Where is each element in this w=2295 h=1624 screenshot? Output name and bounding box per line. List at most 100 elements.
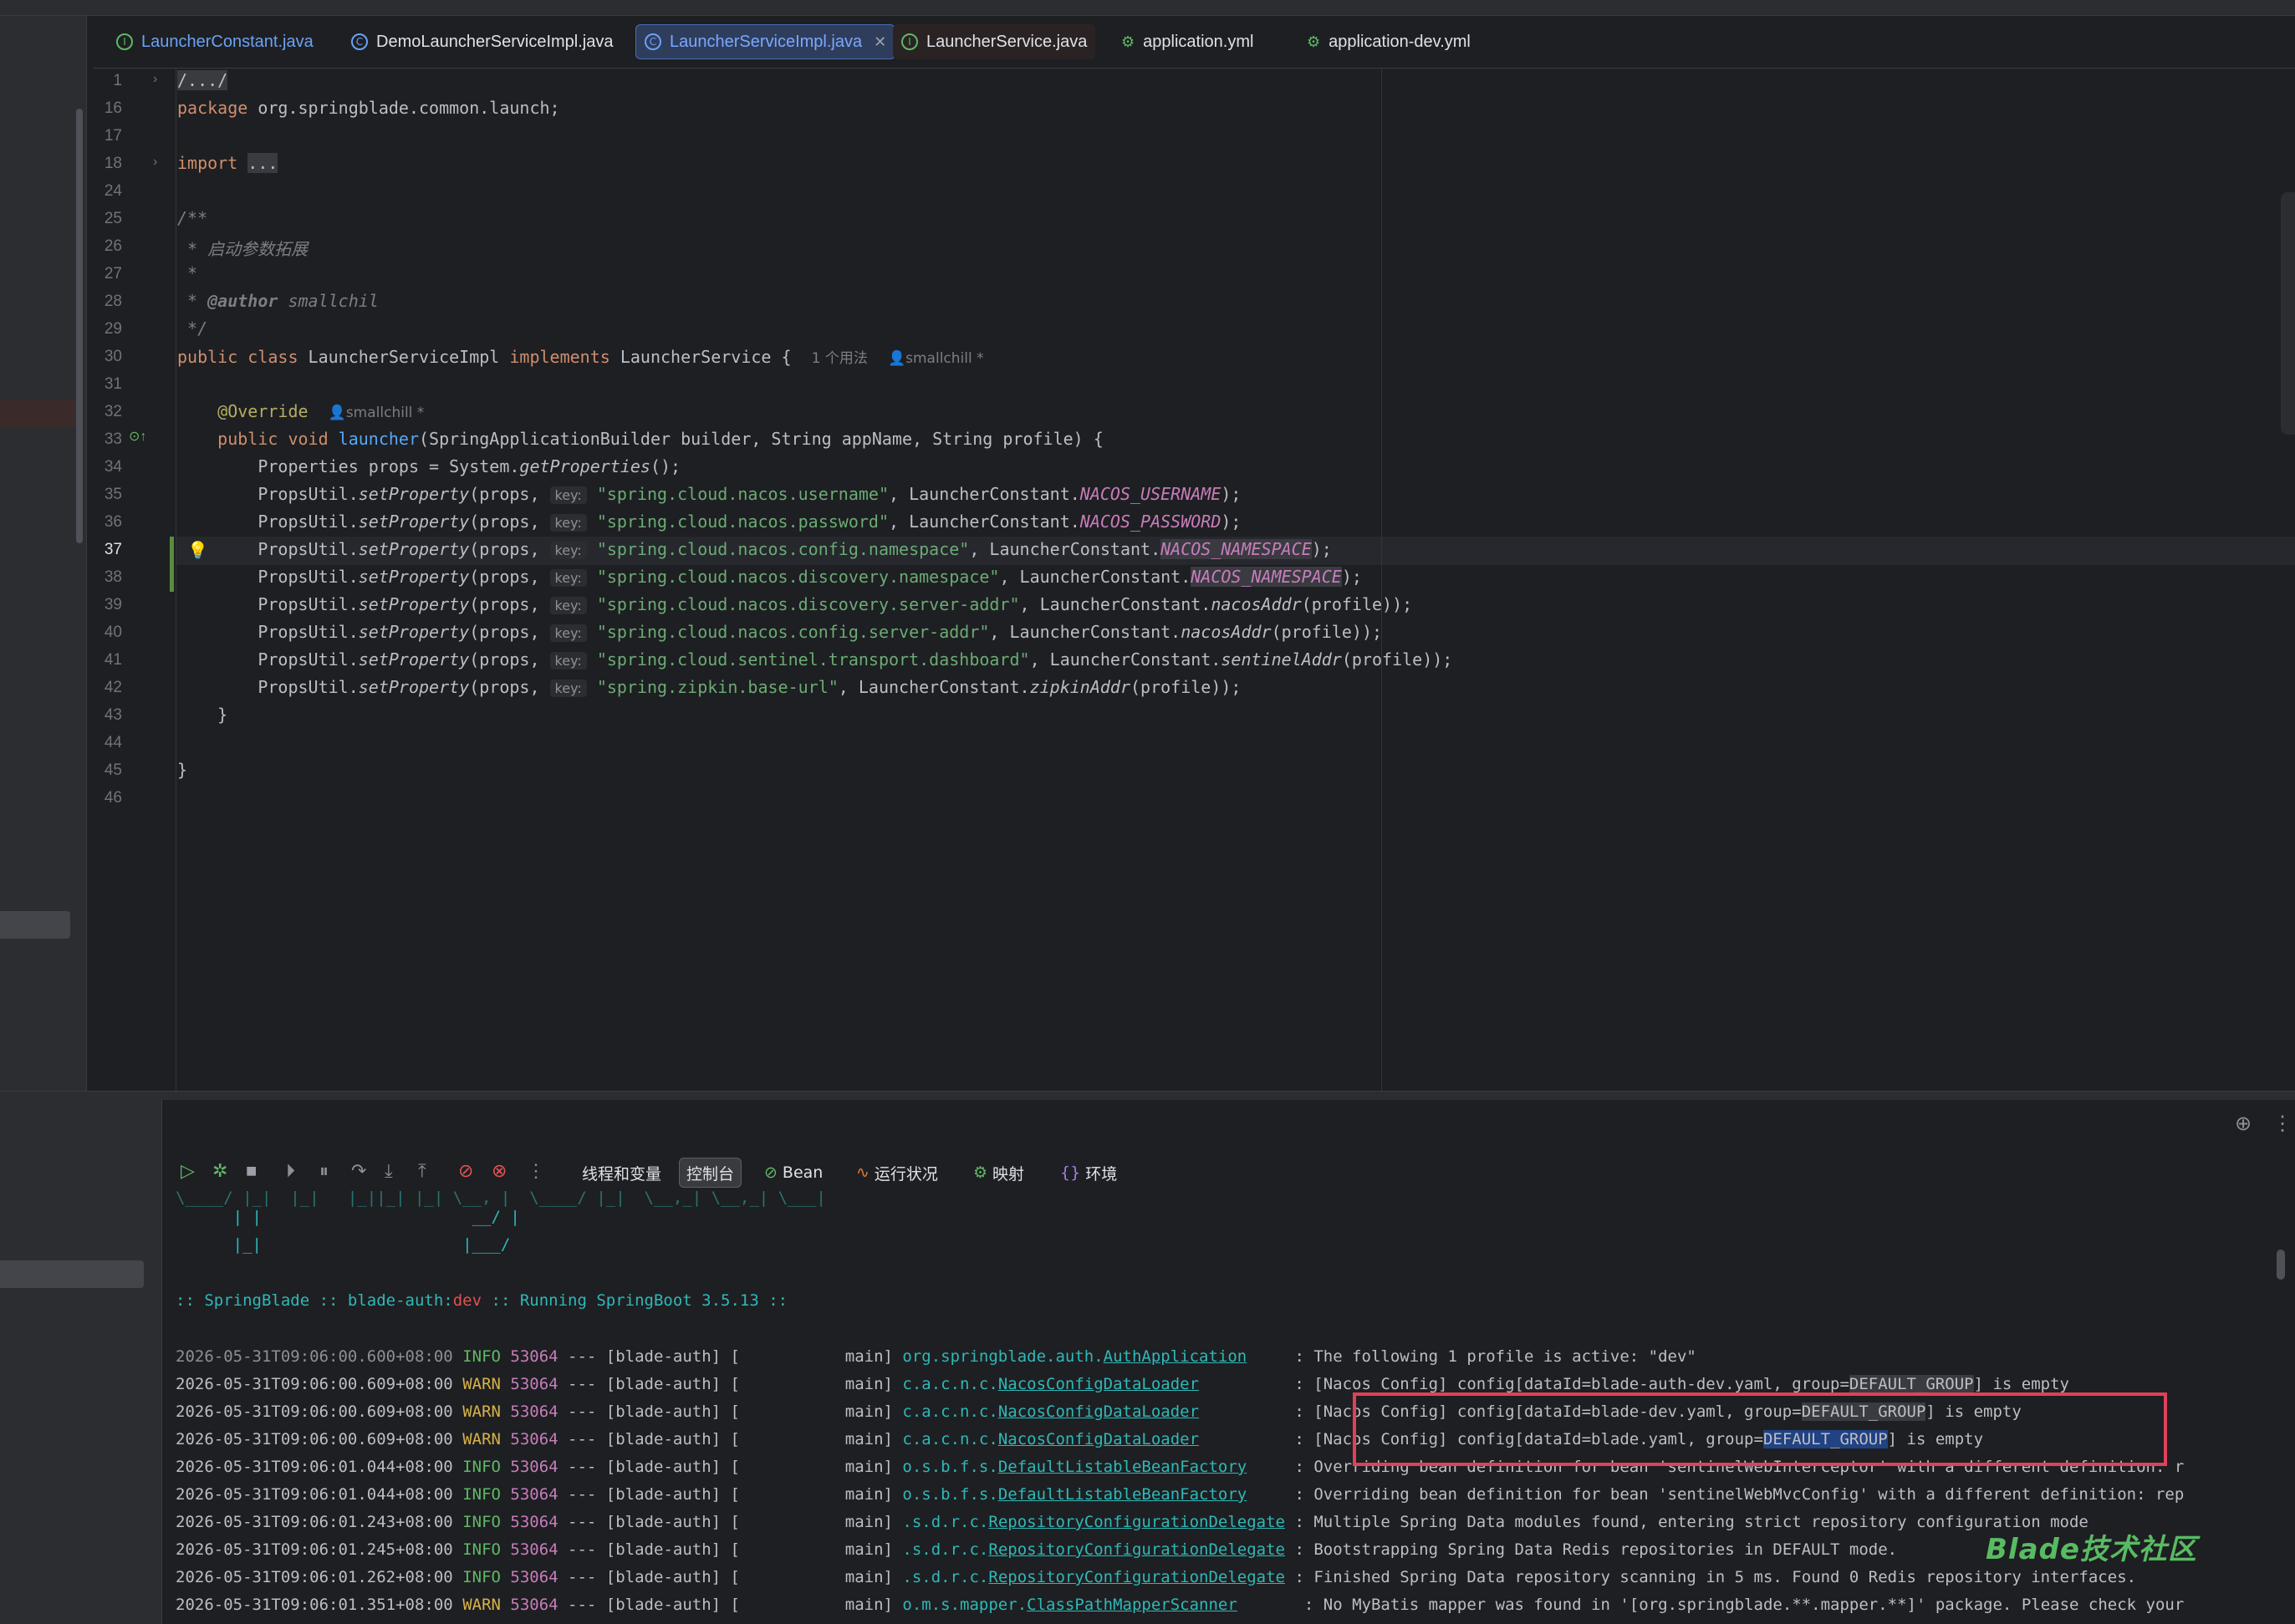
tab-label: LauncherService.java (926, 32, 1088, 51)
line-number: 18 (104, 155, 122, 172)
fold-expand-icon[interactable]: › (153, 72, 157, 87)
run-config-item[interactable] (0, 1260, 144, 1288)
tab-health[interactable]: ∿ 运行状况 (849, 1158, 945, 1188)
code-line: PropsUtil.setProperty(props, key: "sprin… (258, 484, 1242, 504)
watermark-logo: Blade技术社区 (1986, 1533, 2197, 1566)
debug-icon[interactable]: ✲ (212, 1160, 227, 1182)
step-into-icon[interactable]: ⤓ (385, 1160, 393, 1182)
interface-icon: I (901, 33, 918, 50)
stop-icon[interactable]: ■ (246, 1160, 257, 1182)
code-line: */ (177, 318, 208, 339)
close-icon[interactable]: ✕ (874, 33, 886, 51)
tab-environment[interactable]: {} 环境 (1053, 1158, 1124, 1188)
code-line: PropsUtil.setProperty(props, key: "sprin… (258, 594, 1413, 614)
line-number: 31 (104, 375, 122, 393)
banner-title: :: SpringBlade :: blade-auth:dev :: Runn… (176, 1291, 788, 1310)
code-line: /.../ (177, 70, 228, 90)
line-number: 28 (104, 293, 122, 310)
param-hint: key: (549, 542, 587, 559)
param-hint: key: (549, 624, 587, 642)
tab-label: DemoLauncherServiceImpl.java (376, 32, 614, 51)
interface-icon: I (116, 33, 133, 50)
line-number: 30 (104, 348, 122, 365)
tab-mappings[interactable]: ⚙ 映射 (966, 1158, 1031, 1188)
more-options-icon[interactable]: ⋮ (2272, 1112, 2292, 1136)
line-number: 40 (104, 624, 122, 641)
tab-label: application-dev.yml (1329, 32, 1471, 51)
author-hint: smallchill * (905, 350, 984, 367)
code-line: PropsUtil.setProperty(props, key: "sprin… (258, 567, 1362, 587)
tab-launcher-service-impl[interactable]: C LauncherServiceImpl.java ✕ (635, 24, 896, 59)
code-line: import ... (177, 153, 278, 173)
tab-launcher-service[interactable]: I LauncherService.java (893, 24, 1096, 59)
step-out-icon[interactable]: ⤒ (418, 1160, 426, 1182)
banner-line: \____/ |_| |_| |_||_| |_| \__, | \____/ … (176, 1189, 826, 1207)
resume-icon[interactable]: ⏵ (286, 1160, 295, 1182)
fold-expand-icon[interactable]: › (153, 155, 157, 170)
tab-label: LauncherServiceImpl.java (670, 32, 863, 51)
code-line: public void launcher(SpringApplicationBu… (217, 429, 1104, 449)
code-line: PropsUtil.setProperty(props, key: "sprin… (258, 677, 1242, 697)
tab-application-dev-yml[interactable]: ⚙ application-dev.yml (1298, 24, 1479, 59)
banner-line: | | __/ | (176, 1208, 520, 1226)
view-breakpoints-icon[interactable]: ⊘ (458, 1160, 473, 1182)
class-icon: C (351, 33, 368, 50)
implements-gutter-icon[interactable]: ⊙↑ (129, 428, 146, 445)
usages-hint: 1 个用法 (811, 350, 868, 367)
code-line: } (177, 760, 188, 780)
log-line: 2026-05-31T09:06:01.245+08:00 INFO 53064… (176, 1540, 1898, 1559)
line-number: 29 (104, 320, 122, 338)
param-hint: key: (549, 569, 587, 587)
tab-console[interactable]: 控制台 (679, 1158, 742, 1188)
pause-icon[interactable]: ⏸ (319, 1160, 329, 1182)
code-line: * (177, 263, 198, 283)
line-number: 46 (104, 789, 122, 807)
log-line: 2026-05-31T09:06:01.243+08:00 INFO 53064… (176, 1513, 2088, 1531)
log-line: 2026-05-31T09:06:00.609+08:00 WARN 53064… (176, 1375, 2069, 1393)
code-line: PropsUtil.setProperty(props, key: "sprin… (258, 512, 1242, 532)
line-number: 26 (104, 237, 122, 255)
target-icon[interactable]: ⊕ (2235, 1112, 2252, 1136)
log-line: 2026-05-31T09:06:01.262+08:00 INFO 53064… (176, 1568, 2137, 1586)
line-number: 34 (104, 458, 122, 476)
tab-label: application.yml (1143, 32, 1254, 51)
banner-line: |_| |___/ (176, 1235, 511, 1254)
log-line: 2026-05-31T09:06:01.044+08:00 INFO 53064… (176, 1485, 2185, 1504)
person-icon: 👤 (887, 350, 906, 367)
log-line: 2026-05-31T09:06:01.351+08:00 WARN 53064… (176, 1596, 2185, 1614)
code-line-current: PropsUtil.setProperty(props, key: "sprin… (258, 539, 1332, 559)
project-tree-item[interactable] (0, 911, 70, 939)
title-strip (0, 0, 2295, 16)
code-line: PropsUtil.setProperty(props, key: "sprin… (258, 649, 1453, 669)
more-icon[interactable]: ⋮ (527, 1160, 545, 1182)
step-over-icon[interactable]: ↷ (351, 1160, 366, 1182)
tab-demo-launcher-service-impl[interactable]: C DemoLauncherServiceImpl.java (343, 24, 621, 59)
run-services-panel[interactable] (0, 1100, 162, 1624)
code-line: /** (177, 208, 208, 228)
tab-label: LauncherConstant.java (141, 32, 314, 51)
bean-icon: ⊘ (764, 1163, 778, 1182)
param-hint: key: (549, 652, 587, 669)
code-line: * @author smallchil (177, 291, 379, 311)
line-number: 24 (104, 182, 122, 200)
mute-breakpoints-icon[interactable]: ⊗ (492, 1160, 507, 1182)
line-number: 1 (113, 72, 122, 89)
line-number: 32 (104, 403, 122, 420)
vcs-change-marker (170, 537, 174, 592)
tab-application-yml[interactable]: ⚙ application.yml (1113, 24, 1262, 59)
rerun-icon[interactable]: ▷ (181, 1160, 195, 1182)
line-number: 44 (104, 734, 122, 751)
code-line: public class LauncherServiceImpl impleme… (177, 347, 984, 367)
tab-launcher-constant[interactable]: I LauncherConstant.java (108, 24, 322, 59)
mappings-icon: ⚙ (973, 1163, 988, 1182)
tab-bean[interactable]: ⊘ Bean (757, 1158, 829, 1188)
project-tree-selection[interactable] (0, 400, 82, 428)
param-hint: key: (549, 597, 587, 614)
annotation-highlight-box (1353, 1392, 2167, 1466)
line-number: 16 (104, 99, 122, 117)
editor-side-widget[interactable] (2281, 192, 2295, 435)
tab-threads-variables[interactable]: 线程和变量 (575, 1158, 668, 1188)
code-line: package org.springblade.common.launch; (177, 98, 560, 118)
console-scrollbar[interactable] (2277, 1250, 2285, 1280)
code-line: PropsUtil.setProperty(props, key: "sprin… (258, 622, 1383, 642)
